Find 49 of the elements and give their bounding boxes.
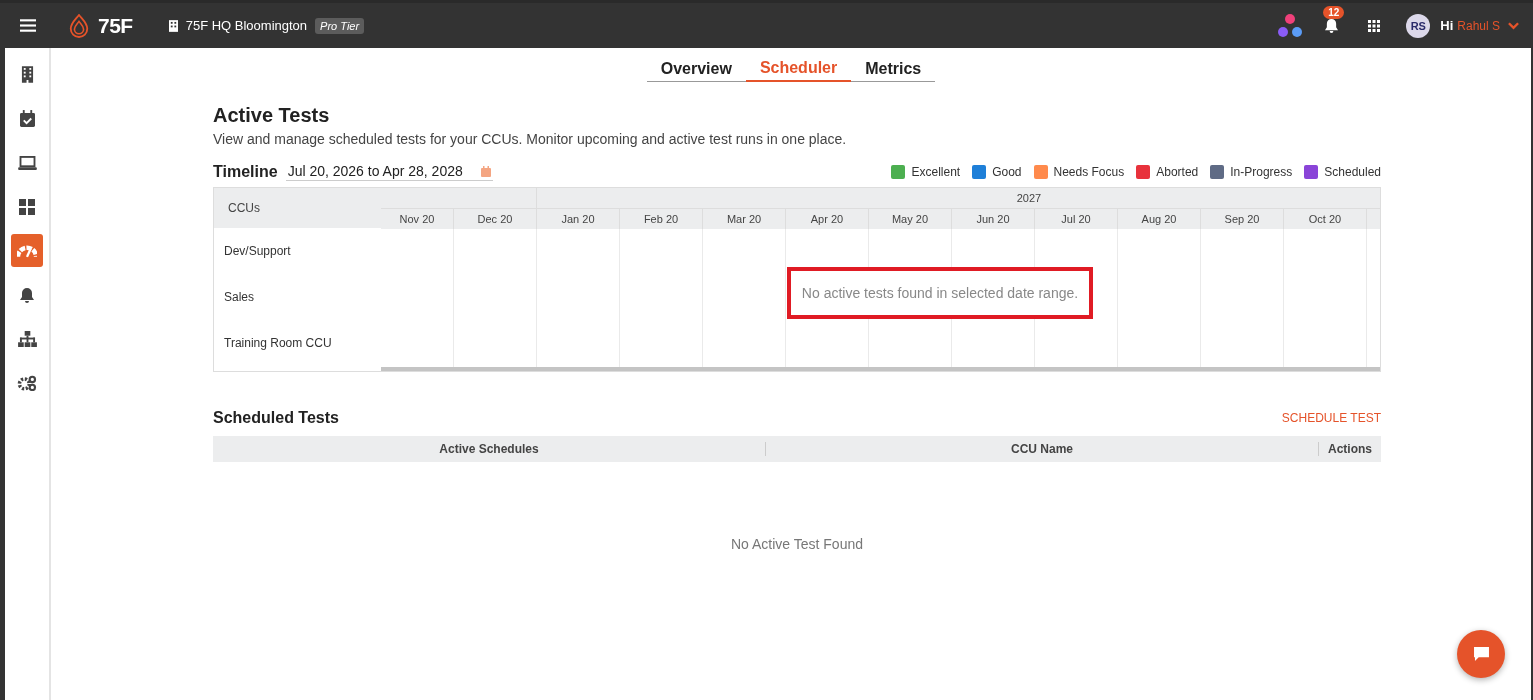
- logo-text: 75F: [98, 13, 133, 38]
- drop-logo-icon: [68, 13, 90, 38]
- bell-icon[interactable]: [1325, 18, 1339, 33]
- calendar-icon: [480, 165, 491, 177]
- legend-label: Good: [992, 165, 1022, 179]
- year-header: 2027: [1015, 191, 1043, 206]
- grid-icon[interactable]: [1368, 19, 1381, 32]
- menu-icon[interactable]: [20, 19, 36, 32]
- legend-label: Aborted: [1156, 165, 1199, 179]
- notification-badge: 12: [1323, 6, 1345, 19]
- chevron-down-icon[interactable]: [1508, 21, 1519, 30]
- ccu-name: Sales: [223, 289, 256, 306]
- gauge-icon: [17, 243, 37, 258]
- description: View and manage scheduled tests for your CCUs. Monitor upcoming and active test runs in one place.: [213, 131, 848, 147]
- section-title: Scheduled Tests: [213, 409, 339, 427]
- hierarchy-icon: [17, 330, 37, 347]
- column-header: Actions: [1327, 442, 1373, 456]
- section-title: Active Tests: [213, 104, 331, 127]
- dashboard-grid-icon: [19, 198, 35, 215]
- chat-icon: [1473, 647, 1489, 661]
- bell-icon: [20, 286, 34, 303]
- tab[interactable]: Scheduler: [745, 57, 852, 82]
- schedule-test-link[interactable]: SCHEDULE TEST: [1281, 411, 1381, 425]
- legend-label: Needs Focus: [1053, 165, 1125, 179]
- calendar-check-icon: [19, 110, 35, 127]
- laptop-icon: [17, 155, 37, 170]
- timeline-label: Timeline: [213, 163, 278, 181]
- site-name[interactable]: 75F HQ Bloomington: [185, 18, 308, 33]
- tab[interactable]: Overview: [646, 57, 746, 82]
- ccu-name: Dev/Support: [223, 243, 292, 260]
- tab[interactable]: Metrics: [851, 57, 936, 82]
- building-icon: [20, 66, 34, 83]
- column-header: Active Schedules: [213, 442, 766, 456]
- tier-badge: Pro Tier: [315, 17, 365, 34]
- building-icon: [168, 19, 178, 32]
- user-avatar[interactable]: RS: [1406, 13, 1431, 38]
- ccu-name: Training Room CCU: [223, 335, 333, 352]
- empty-table-message: No Active Test Found: [729, 536, 864, 552]
- empty-state-message: No active tests found in selected date range.: [787, 267, 1093, 319]
- horizontal-scrollbar[interactable]: [381, 367, 1380, 371]
- chat-button[interactable]: [1457, 630, 1505, 678]
- greeting: Hi: [1440, 18, 1454, 33]
- dots-triangle-icon[interactable]: [1277, 12, 1304, 39]
- legend-label: In-Progress: [1230, 165, 1293, 179]
- legend-label: Scheduled: [1324, 165, 1381, 179]
- column-header: CCUs: [214, 188, 381, 228]
- legend-label: Excellent: [911, 165, 961, 179]
- column-header: CCU Name: [766, 442, 1319, 456]
- date-range-field[interactable]: Jul 20, 2026 to Apr 28, 2028: [285, 163, 493, 181]
